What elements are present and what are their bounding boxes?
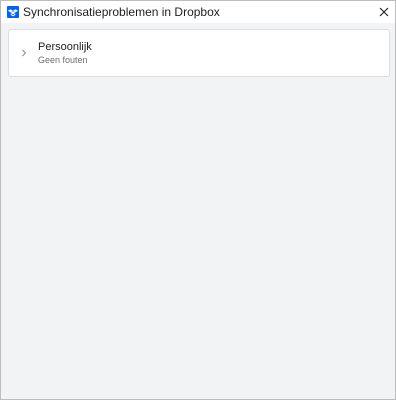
sync-issues-window: Synchronisatieproblemen in Dropbox Perso… bbox=[0, 0, 396, 400]
close-button[interactable] bbox=[373, 1, 395, 23]
dropbox-app-icon bbox=[7, 6, 19, 18]
close-icon bbox=[379, 7, 389, 17]
chevron-right-icon bbox=[22, 49, 27, 57]
account-card-persoonlijk[interactable]: Persoonlijk Geen fouten bbox=[8, 29, 390, 77]
title-bar: Synchronisatieproblemen in Dropbox bbox=[1, 1, 395, 23]
window-title: Synchronisatieproblemen in Dropbox bbox=[23, 5, 220, 19]
account-name: Persoonlijk bbox=[38, 41, 92, 53]
account-list: Persoonlijk Geen fouten bbox=[1, 23, 395, 399]
account-status: Geen fouten bbox=[38, 55, 88, 65]
